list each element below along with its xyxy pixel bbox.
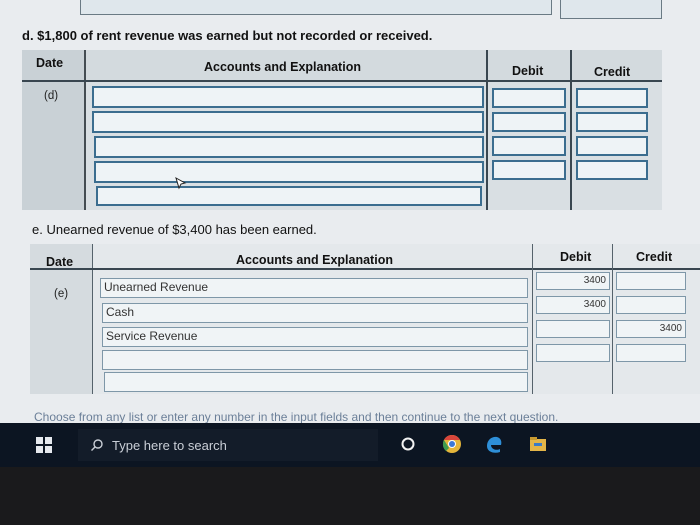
cortana-circle-icon[interactable] (396, 432, 420, 456)
credit-input[interactable] (576, 112, 648, 132)
account-input[interactable] (104, 372, 528, 392)
debit-input[interactable] (536, 344, 610, 362)
credit-input[interactable] (616, 344, 686, 362)
debit-input[interactable]: 3400 (536, 272, 610, 290)
previous-table-fragment (80, 0, 552, 15)
previous-table-fragment (560, 0, 662, 19)
col-date: Date (36, 56, 64, 70)
col-accounts: Accounts and Explanation (236, 253, 393, 267)
credit-input[interactable] (576, 136, 648, 156)
header-rule (30, 268, 700, 270)
col-debit: Debit (512, 64, 544, 78)
journal-table-e: Date Accounts and Explanation Debit Cred… (30, 244, 700, 394)
debit-input[interactable] (492, 160, 566, 180)
file-explorer-icon[interactable] (526, 432, 550, 456)
account-input[interactable] (92, 111, 484, 133)
account-input[interactable] (94, 136, 484, 158)
col-date: Date (46, 255, 74, 269)
windows-taskbar: Type here to search (0, 423, 700, 467)
instruction-text: Choose from any list or enter any number… (34, 410, 559, 424)
account-input[interactable]: Unearned Revenue (100, 278, 528, 298)
account-input[interactable] (94, 161, 484, 183)
debit-input[interactable] (536, 320, 610, 338)
column-divider (570, 50, 572, 210)
debit-input[interactable] (492, 112, 566, 132)
search-placeholder: Type here to search (112, 437, 227, 453)
edge-icon[interactable] (482, 432, 506, 456)
journal-table-d: Date Accounts and Explanation Debit Cred… (22, 50, 662, 210)
mouse-cursor-icon (175, 176, 187, 190)
windows-start-icon[interactable] (36, 437, 52, 453)
credit-input[interactable]: 3400 (616, 320, 686, 338)
account-input[interactable]: Cash (102, 303, 528, 323)
account-input[interactable]: Service Revenue (102, 327, 528, 347)
date-label: (e) (54, 288, 69, 300)
taskbar-search-box[interactable]: Type here to search (78, 429, 378, 461)
browser-page: d. $1,800 of rent revenue was earned but… (0, 0, 700, 448)
credit-input[interactable] (616, 272, 686, 290)
account-input[interactable] (102, 350, 528, 370)
column-divider (612, 244, 613, 394)
col-credit: Credit (594, 65, 631, 79)
debit-input[interactable]: 3400 (536, 296, 610, 314)
credit-input[interactable] (616, 296, 686, 314)
chrome-icon[interactable] (440, 432, 464, 456)
date-column (22, 50, 86, 210)
date-label: (d) (44, 90, 59, 102)
account-input[interactable] (96, 186, 482, 206)
debit-input[interactable] (492, 136, 566, 156)
table-header (86, 50, 662, 80)
part-d-heading: d. $1,800 of rent revenue was earned but… (22, 28, 433, 43)
monitor-bezel (0, 467, 700, 525)
col-accounts: Accounts and Explanation (204, 60, 361, 74)
account-input[interactable] (92, 86, 484, 108)
col-credit: Credit (636, 250, 673, 264)
credit-input[interactable] (576, 160, 648, 180)
col-debit: Debit (560, 250, 592, 264)
column-divider (486, 50, 488, 210)
part-e-heading: e. Unearned revenue of $3,400 has been e… (32, 222, 317, 237)
header-rule (22, 80, 662, 82)
column-divider (532, 244, 533, 394)
search-icon (91, 439, 103, 451)
debit-input[interactable] (492, 88, 566, 108)
credit-input[interactable] (576, 88, 648, 108)
